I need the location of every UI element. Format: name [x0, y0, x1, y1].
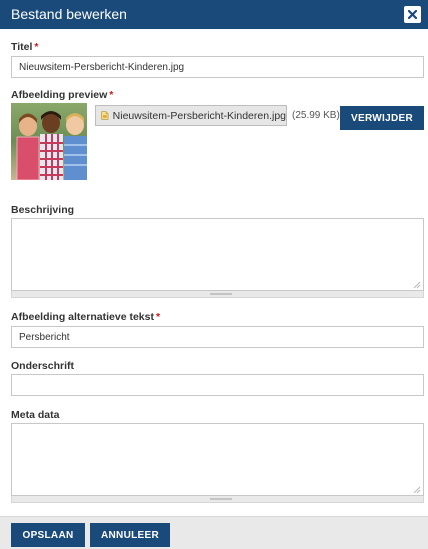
image-thumbnail: [11, 103, 87, 180]
file-name: Nieuwsitem-Persbericht-Kinderen.jpg: [112, 109, 286, 122]
close-icon: [408, 10, 417, 19]
image-file-icon: [101, 111, 109, 120]
dialog-titlebar: Bestand bewerken: [0, 0, 428, 29]
meta-data-resize-bar[interactable]: [11, 496, 424, 503]
description-resize-bar[interactable]: [11, 291, 424, 298]
meta-data-textarea[interactable]: [11, 423, 424, 496]
alt-text-label-text: Afbeelding alternatieve tekst: [11, 311, 154, 323]
title-input[interactable]: Nieuwsitem-Persbericht-Kinderen.jpg: [11, 56, 424, 78]
resize-handle: [210, 498, 232, 500]
alt-text-label: Afbeelding alternatieve tekst *: [11, 311, 160, 323]
meta-data-label: Meta data: [11, 409, 60, 421]
title-label-text: Titel: [11, 41, 33, 53]
remove-button[interactable]: VERWIJDER: [340, 106, 424, 130]
description-textarea[interactable]: [11, 218, 424, 291]
image-preview-label: Afbeelding preview *: [11, 89, 113, 101]
close-button[interactable]: [404, 6, 421, 23]
description-label: Beschrijving: [11, 204, 75, 216]
resize-grip-icon[interactable]: [413, 281, 421, 289]
dialog-title: Bestand bewerken: [11, 6, 127, 22]
required-mark: *: [109, 89, 114, 101]
file-chip: Nieuwsitem-Persbericht-Kinderen.jpg: [95, 105, 287, 126]
caption-input[interactable]: [11, 374, 424, 396]
cancel-button[interactable]: ANNULEER: [90, 523, 170, 547]
alt-text-input[interactable]: Persbericht: [11, 326, 424, 348]
required-mark: *: [155, 311, 161, 323]
title-label: Titel *: [11, 41, 39, 53]
resize-grip-icon[interactable]: [413, 486, 421, 494]
resize-handle: [210, 293, 232, 295]
file-size: (25.99 KB): [292, 110, 340, 121]
caption-label: Onderschrift: [11, 360, 75, 372]
image-preview-label-text: Afbeelding preview: [11, 89, 108, 101]
save-button[interactable]: OPSLAAN: [11, 523, 85, 547]
required-mark: *: [34, 41, 39, 53]
